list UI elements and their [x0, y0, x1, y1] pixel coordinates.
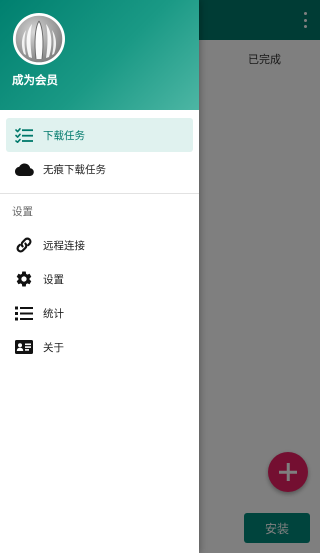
menu-item-label: 关于 [43, 341, 64, 354]
menu-item-statistics[interactable]: 统计 [0, 296, 199, 330]
settings-section-title: 设置 [12, 205, 33, 218]
navigation-drawer: 成为会员 下载任务 无痕下载任务 设置 远程连接 设置 统计 关于 [0, 0, 199, 553]
menu-item-label: 下载任务 [43, 129, 85, 142]
gear-icon [14, 269, 34, 289]
app-logo-icon[interactable] [13, 13, 65, 65]
become-member-link[interactable]: 成为会员 [12, 72, 58, 88]
menu-item-settings[interactable]: 设置 [0, 262, 199, 296]
menu-item-remote-connection[interactable]: 远程连接 [0, 228, 199, 262]
menu-item-about[interactable]: 关于 [0, 330, 199, 364]
drawer-header: 成为会员 [0, 0, 199, 110]
list-icon [14, 303, 34, 323]
cloud-icon [14, 159, 34, 179]
menu-item-label: 统计 [43, 307, 64, 320]
drawer-menu: 下载任务 无痕下载任务 设置 远程连接 设置 统计 关于 [0, 110, 199, 364]
menu-item-label: 设置 [43, 273, 64, 286]
menu-item-incognito-download-tasks[interactable]: 无痕下载任务 [0, 152, 199, 186]
id-card-icon [14, 337, 34, 357]
menu-item-download-tasks[interactable]: 下载任务 [6, 118, 193, 152]
checklist-icon [14, 125, 34, 145]
menu-item-label: 无痕下载任务 [43, 163, 106, 176]
menu-item-label: 远程连接 [43, 239, 85, 252]
link-icon [14, 235, 34, 255]
